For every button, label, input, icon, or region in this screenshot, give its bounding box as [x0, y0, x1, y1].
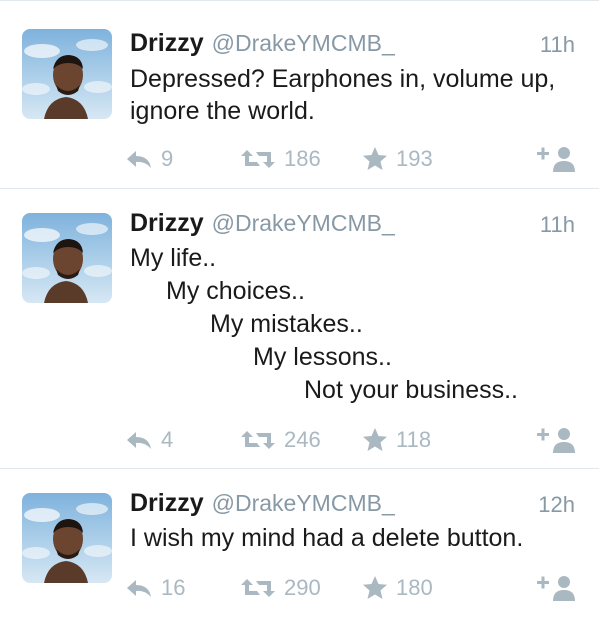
avatar[interactable]	[22, 213, 112, 303]
display-name[interactable]: Drizzy @DrakeYMCMB_	[130, 209, 395, 238]
follow-icon	[537, 428, 575, 453]
tweet-text-line: My choices..	[166, 277, 305, 305]
retweet-icon	[241, 150, 275, 168]
follow-icon	[537, 576, 575, 601]
reply-icon	[127, 580, 151, 597]
timestamp[interactable]: 12h	[538, 492, 575, 518]
reply-icon	[127, 432, 151, 449]
favorite-count: 118	[396, 427, 432, 452]
tweet-text-line: I wish my mind had a delete button.	[130, 524, 524, 552]
reply-button[interactable]: 16	[125, 573, 185, 603]
user-handle[interactable]: @DrakeYMCMB_	[212, 490, 395, 516]
favorite-button[interactable]: 193	[362, 144, 433, 174]
retweet-icon	[241, 431, 275, 449]
favorite-button[interactable]: 118	[362, 425, 431, 455]
avatar[interactable]	[22, 29, 112, 119]
reply-button[interactable]: 4	[125, 425, 173, 455]
reply-count: 16	[161, 575, 186, 600]
reply-button[interactable]: 9	[125, 144, 173, 174]
tweet-actions: 4 246 118	[0, 425, 599, 455]
favorite-button[interactable]: 180	[362, 573, 433, 603]
tweet-text-line: Not your business..	[304, 376, 518, 404]
tweet-text-line: Depressed? Earphones in, volume up,	[130, 65, 556, 93]
star-icon	[363, 147, 387, 170]
tweet-feed: Drizzy @DrakeYMCMB_ 11h Depressed? Earpho…	[0, 0, 599, 625]
tweet-actions: 9 186 193	[0, 144, 599, 174]
follow-button[interactable]	[537, 573, 577, 603]
favorite-count: 180	[396, 575, 433, 600]
reply-count: 4	[161, 427, 174, 452]
display-name-text[interactable]: Drizzy	[130, 209, 204, 237]
tweet-text-line: My life..	[130, 244, 217, 272]
tweet-text-line: ignore the world.	[130, 97, 315, 125]
tweet[interactable]: Drizzy @DrakeYMCMB_ 11h My life.. My choi…	[0, 189, 599, 469]
favorite-count: 193	[396, 146, 433, 171]
retweet-icon	[241, 579, 275, 597]
retweet-button[interactable]: 290	[240, 573, 321, 603]
reply-count: 9	[161, 146, 174, 171]
tweet-text-line: My mistakes..	[210, 310, 363, 338]
follow-button[interactable]	[537, 425, 577, 455]
retweet-button[interactable]: 186	[240, 144, 321, 174]
follow-button[interactable]	[537, 144, 577, 174]
tweet[interactable]: Drizzy @DrakeYMCMB_ 11h Depressed? Earpho…	[0, 1, 599, 189]
display-name[interactable]: Drizzy @DrakeYMCMB_	[130, 29, 395, 58]
follow-icon	[537, 147, 575, 172]
retweet-count: 186	[284, 146, 321, 171]
star-icon	[363, 576, 387, 599]
retweet-count: 290	[284, 575, 321, 600]
reply-icon	[127, 151, 151, 168]
avatar[interactable]	[22, 493, 112, 583]
star-icon	[363, 428, 387, 451]
timestamp[interactable]: 11h	[540, 212, 575, 238]
tweet-text-line: My lessons..	[253, 343, 392, 371]
display-name-text[interactable]: Drizzy	[130, 29, 204, 57]
retweet-count: 246	[284, 427, 321, 452]
display-name-text[interactable]: Drizzy	[130, 489, 204, 517]
user-handle[interactable]: @DrakeYMCMB_	[212, 210, 395, 236]
display-name[interactable]: Drizzy @DrakeYMCMB_	[130, 489, 395, 518]
timestamp[interactable]: 11h	[540, 32, 575, 58]
retweet-button[interactable]: 246	[240, 425, 321, 455]
user-handle[interactable]: @DrakeYMCMB_	[212, 30, 395, 56]
tweet[interactable]: Drizzy @DrakeYMCMB_ 12h I wish my mind ha…	[0, 469, 599, 625]
tweet-actions: 16 290 180	[0, 573, 599, 603]
